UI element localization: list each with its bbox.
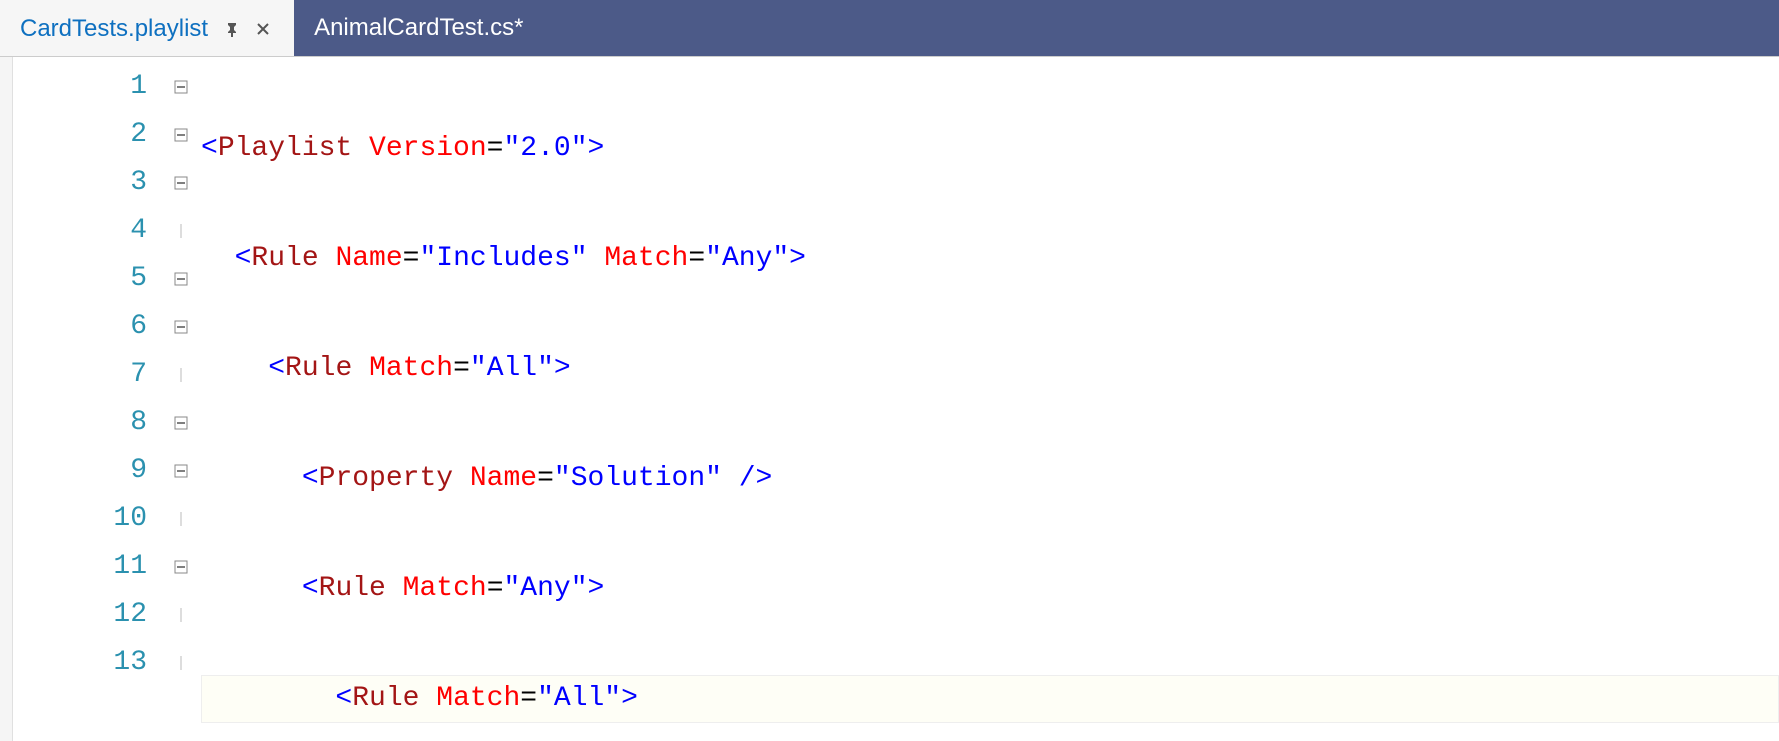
tab-inactive-label: AnimalCardTest.cs* [314,14,523,42]
code-line[interactable]: <Rule Match="All"> [201,345,1779,393]
line-number: 5 [13,255,161,303]
fold-gutter [161,57,201,741]
fold-toggle-icon[interactable] [161,159,201,207]
tab-bar: CardTests.playlist AnimalCardTest.cs* [0,0,1779,56]
line-number: 2 [13,111,161,159]
line-number: 12 [13,591,161,639]
fold-guide [161,495,201,543]
fold-toggle-icon[interactable] [161,303,201,351]
code-line[interactable]: <Playlist Version="2.0"> [201,125,1779,173]
line-number: 3 [13,159,161,207]
tab-inactive[interactable]: AnimalCardTest.cs* [294,0,547,56]
tab-active-label: CardTests.playlist [20,15,208,43]
fold-toggle-icon[interactable] [161,543,201,591]
code-area[interactable]: <Playlist Version="2.0"> <Rule Name="Inc… [201,57,1779,741]
code-line[interactable]: <Rule Name="Includes" Match="Any"> [201,235,1779,283]
line-number: 13 [13,639,161,687]
line-number: 7 [13,351,161,399]
line-number: 1 [13,63,161,111]
fold-toggle-icon[interactable] [161,255,201,303]
code-line[interactable]: <Property Name="Solution" /> [201,455,1779,503]
pin-icon[interactable] [224,21,240,37]
line-number: 11 [13,543,161,591]
code-line-current[interactable]: <Rule Match="All"> [201,675,1779,723]
line-number: 6 [13,303,161,351]
fold-guide [161,639,201,687]
fold-guide [161,591,201,639]
fold-guide [161,207,201,255]
close-icon[interactable] [256,22,270,36]
line-number: 8 [13,399,161,447]
line-number: 10 [13,495,161,543]
fold-toggle-icon[interactable] [161,447,201,495]
fold-guide [161,351,201,399]
indicator-margin [0,57,13,741]
line-number: 4 [13,207,161,255]
line-number: 9 [13,447,161,495]
fold-toggle-icon[interactable] [161,399,201,447]
code-line[interactable]: <Rule Match="Any"> [201,565,1779,613]
code-editor[interactable]: 1 2 3 4 5 6 7 8 9 10 11 12 13 <Playlist … [0,56,1779,741]
tab-active[interactable]: CardTests.playlist [0,0,294,56]
fold-toggle-icon[interactable] [161,111,201,159]
line-number-gutter: 1 2 3 4 5 6 7 8 9 10 11 12 13 [13,57,161,741]
fold-toggle-icon[interactable] [161,63,201,111]
